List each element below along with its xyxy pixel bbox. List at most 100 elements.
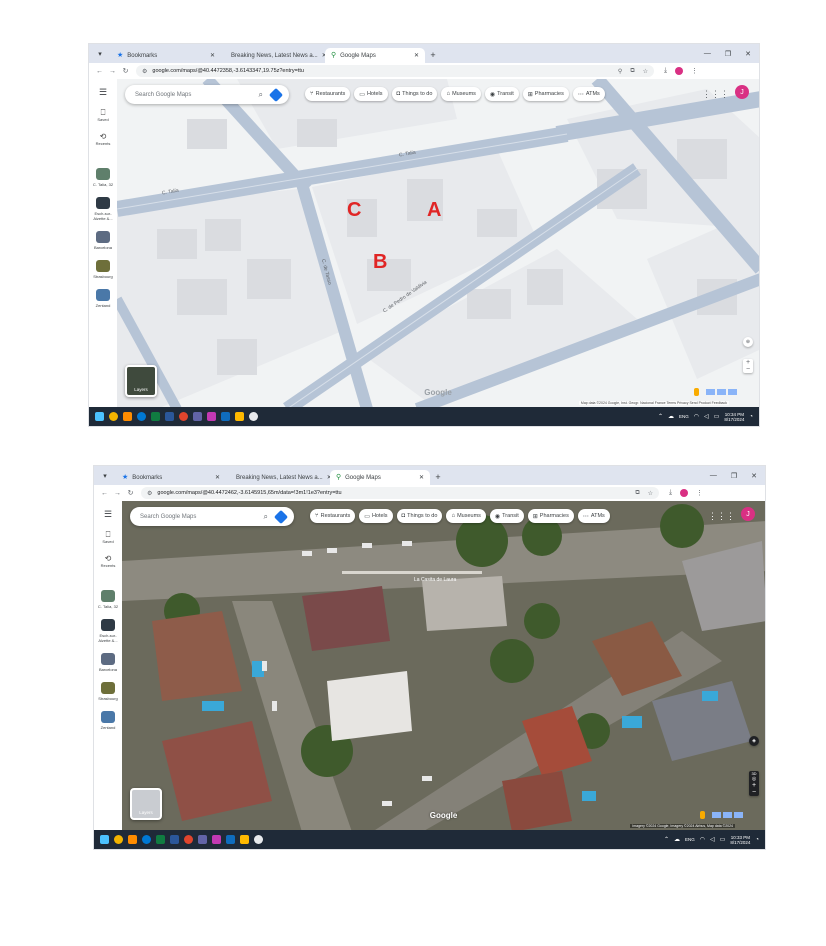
- file-explorer-icon[interactable]: [240, 835, 249, 844]
- language-indicator[interactable]: ENG: [685, 837, 695, 842]
- minimize-icon[interactable]: —: [704, 50, 711, 57]
- minimize-icon[interactable]: —: [710, 472, 717, 479]
- word-icon[interactable]: [165, 412, 174, 421]
- vlc-icon[interactable]: [128, 835, 137, 844]
- location-icon[interactable]: ⚲: [618, 68, 622, 75]
- chip-hotels[interactable]: ▭ Hotels: [354, 87, 388, 101]
- rail-item-recent-place[interactable]: C. Talía, 32: [98, 590, 118, 609]
- maximize-icon[interactable]: ❐: [725, 50, 731, 58]
- cloud-icon[interactable]: ☁: [668, 413, 674, 420]
- edge-icon[interactable]: [137, 412, 146, 421]
- wifi-icon[interactable]: ◠: [694, 413, 699, 420]
- new-tab-button[interactable]: +: [430, 470, 446, 485]
- search-icon[interactable]: ⌕: [264, 512, 268, 522]
- rail-item-recent-place[interactable]: Zentand: [96, 289, 110, 308]
- excel-icon[interactable]: [156, 835, 165, 844]
- site-info-icon[interactable]: ⚙: [142, 68, 147, 75]
- zoom-out-icon[interactable]: −: [746, 366, 750, 373]
- cloud-icon[interactable]: ☁: [674, 836, 680, 843]
- teams-icon[interactable]: [193, 412, 202, 421]
- tab-bookmarks[interactable]: ★ Bookmarks ✕: [111, 48, 221, 63]
- bookmark-star-icon[interactable]: ☆: [648, 490, 653, 497]
- rail-item-recent-place[interactable]: Esch-sur-Alzette &...: [89, 197, 117, 221]
- bookmark-star-icon[interactable]: ☆: [643, 68, 648, 75]
- chip-pharmacies[interactable]: ⊞ Pharmacies: [527, 509, 574, 523]
- close-icon[interactable]: ✕: [210, 52, 215, 59]
- word-icon[interactable]: [170, 835, 179, 844]
- rail-item-saved[interactable]: ⎕ Saved: [97, 108, 108, 122]
- language-indicator[interactable]: ENG: [679, 414, 689, 419]
- layers-button[interactable]: Layers: [125, 365, 157, 397]
- hamburger-menu-icon[interactable]: ☰: [104, 509, 112, 520]
- windows-start-icon[interactable]: [100, 835, 109, 844]
- reload-icon[interactable]: ↻: [119, 67, 132, 75]
- omnibox[interactable]: ⚙ google.com/maps/@40.4472462,-3.6145915…: [141, 487, 659, 499]
- volume-icon[interactable]: ◁: [710, 836, 715, 843]
- zoom-in-icon[interactable]: +: [746, 359, 750, 366]
- profile-icon[interactable]: [680, 489, 689, 497]
- download-icon[interactable]: ⤓: [669, 489, 672, 497]
- install-icon[interactable]: ⧉: [635, 490, 639, 497]
- rail-item-recents[interactable]: ⟲ Recents: [101, 554, 116, 568]
- notification-bell-icon[interactable]: ◔: [755, 837, 759, 843]
- app-icon[interactable]: [254, 835, 263, 844]
- omnibox[interactable]: ⚙ google.com/maps/@40.4472358,-3.6143347…: [136, 65, 654, 77]
- maximize-icon[interactable]: ❐: [731, 472, 737, 480]
- compass-icon[interactable]: ◈: [749, 736, 759, 746]
- rail-item-recent-place[interactable]: Barcelona: [99, 653, 117, 672]
- wifi-icon[interactable]: ◠: [700, 836, 705, 843]
- chip-pharmacies[interactable]: ⊞ Pharmacies: [522, 87, 569, 101]
- taskbar-clock[interactable]: 10:33 PM 8/17/2024: [730, 835, 750, 845]
- chip-transit[interactable]: ◉ Transit: [484, 87, 519, 101]
- chip-museums[interactable]: ⌂ Museums: [446, 509, 486, 523]
- tab-search-icon[interactable]: ▾: [89, 44, 111, 63]
- zoom-out-icon[interactable]: −: [752, 789, 756, 796]
- layers-button[interactable]: Layers: [130, 788, 162, 820]
- windows-start-icon[interactable]: [95, 412, 104, 421]
- teams-icon[interactable]: [198, 835, 207, 844]
- close-icon[interactable]: ✕: [215, 474, 220, 481]
- file-explorer-icon[interactable]: [235, 412, 244, 421]
- apps-grid-icon[interactable]: ⋮⋮⋮: [708, 511, 735, 522]
- compass-icon[interactable]: ⊕: [743, 337, 753, 347]
- close-window-icon[interactable]: ✕: [751, 472, 757, 480]
- new-tab-button[interactable]: +: [425, 48, 441, 63]
- map-type-thumbnails[interactable]: [712, 812, 743, 818]
- satellite-canvas[interactable]: La Casita de Laura Search Google Maps ⌕ …: [122, 501, 765, 830]
- chip-things-to-do[interactable]: ◘ Things to do: [396, 509, 443, 523]
- excel-icon[interactable]: [151, 412, 160, 421]
- chevron-up-icon[interactable]: ⌃: [658, 413, 663, 420]
- forward-icon[interactable]: →: [106, 68, 119, 75]
- rail-item-recent-place[interactable]: Strasbourg: [98, 682, 118, 701]
- app-icon[interactable]: [207, 412, 216, 421]
- chrome-icon[interactable]: [109, 412, 118, 421]
- rail-item-recent-place[interactable]: Zentand: [101, 711, 115, 730]
- rail-item-recent-place[interactable]: Strasbourg: [93, 260, 113, 279]
- profile-icon[interactable]: [675, 67, 684, 75]
- back-icon[interactable]: ←: [93, 68, 106, 75]
- rail-item-recent-place[interactable]: Esch-sur-Alzette &...: [94, 619, 122, 643]
- chip-museums[interactable]: ⌂ Museums: [441, 87, 481, 101]
- chevron-up-icon[interactable]: ⌃: [664, 836, 669, 843]
- app-icon[interactable]: [249, 412, 258, 421]
- app-icon[interactable]: [179, 412, 188, 421]
- chip-hotels[interactable]: ▭ Hotels: [359, 509, 393, 523]
- tab-search-icon[interactable]: ▾: [94, 466, 116, 485]
- search-box[interactable]: Search Google Maps ⌕: [130, 507, 294, 526]
- menu-icon[interactable]: ⋮: [691, 67, 698, 75]
- avatar[interactable]: J: [741, 507, 755, 521]
- close-icon[interactable]: ✕: [414, 52, 419, 59]
- reload-icon[interactable]: ↻: [124, 489, 137, 497]
- map-canvas[interactable]: C. Talía C. Talía C. de Tasso C. de Pedr…: [117, 79, 759, 407]
- download-icon[interactable]: ⤓: [664, 67, 667, 75]
- tab-news[interactable]: Breaking News, Latest News a... ✕: [221, 48, 325, 63]
- chip-things-to-do[interactable]: ◘ Things to do: [391, 87, 438, 101]
- tab-bookmarks[interactable]: ★ Bookmarks ✕: [116, 470, 226, 485]
- chip-restaurants[interactable]: ⑂ Restaurants: [310, 509, 356, 523]
- pegman-icon[interactable]: [700, 811, 705, 819]
- app-icon[interactable]: [212, 835, 221, 844]
- avatar[interactable]: J: [735, 85, 749, 99]
- rail-item-recent-place[interactable]: Barcelona: [94, 231, 112, 250]
- taskbar-clock[interactable]: 10:34 PM 8/17/2024: [724, 412, 744, 422]
- apps-grid-icon[interactable]: ⋮⋮⋮: [702, 89, 729, 100]
